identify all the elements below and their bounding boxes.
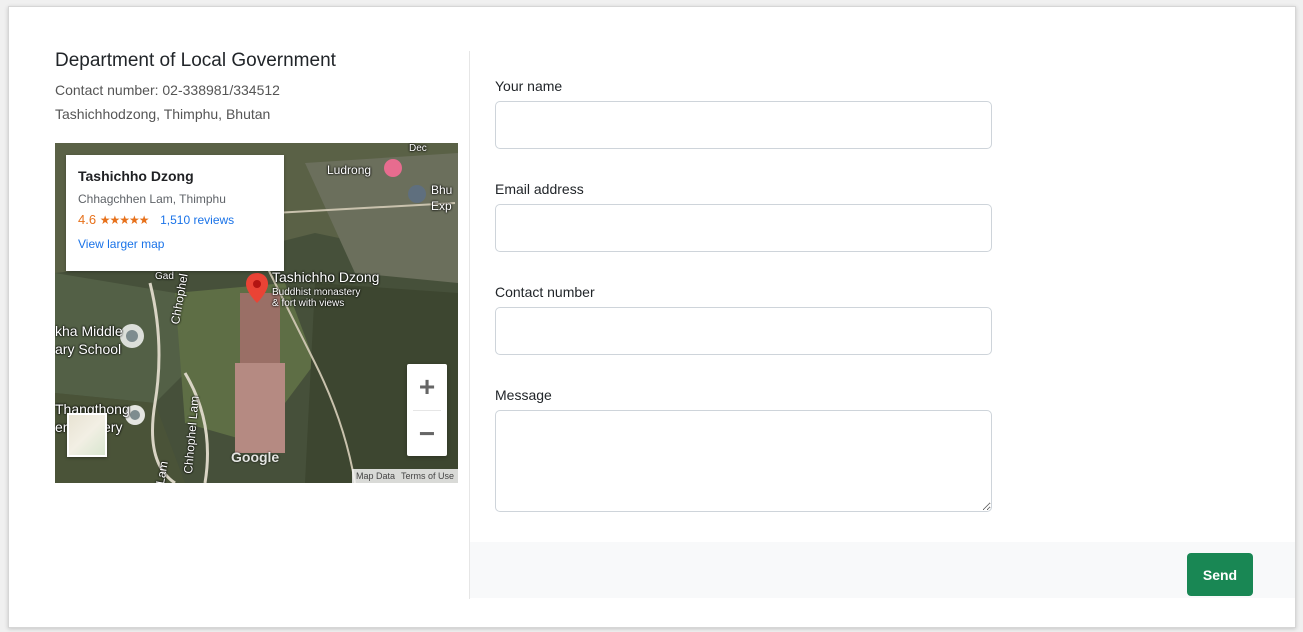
- location-pin-icon[interactable]: [246, 273, 268, 303]
- map-label-school1: kha Middle: [55, 323, 123, 339]
- reviews-link[interactable]: 1,510 reviews: [160, 213, 234, 227]
- view-larger-map-link[interactable]: View larger map: [78, 237, 272, 251]
- department-title: Department of Local Government: [55, 50, 336, 71]
- send-button[interactable]: Send: [1187, 553, 1253, 596]
- place-address: Chhagchhen Lam, Thimphu: [78, 192, 226, 206]
- embedded-map[interactable]: Ludrong Bhu Exp Dec Gad Tashichho Dzong …: [55, 143, 458, 483]
- map-label-dzong-desc1: Buddhist monastery: [272, 287, 361, 298]
- google-logo: Google: [231, 449, 280, 465]
- contact-number-input[interactable]: [495, 307, 992, 355]
- place-rating-row: 4.6 ★★★★★ 1,510 reviews: [78, 212, 272, 227]
- map-data-link[interactable]: Map Data: [356, 471, 395, 481]
- map-footer: Map Data Terms of Use: [351, 469, 458, 483]
- name-input[interactable]: [495, 101, 992, 149]
- contact-number: Contact number: 02-338981/334512: [55, 82, 280, 98]
- map-label-gad: Gad: [155, 271, 174, 282]
- place-name: Tashichho Dzong: [78, 168, 194, 184]
- address: Tashichhodzong, Thimphu, Bhutan: [55, 106, 271, 122]
- zoom-out-button[interactable]: −: [407, 411, 447, 457]
- map-label-ludrong: Ludrong: [327, 163, 372, 177]
- map-label-dzong-desc2: & fort with views: [272, 298, 345, 309]
- map-label-dzong: Tashichho Dzong: [272, 269, 380, 285]
- place-info-card: Tashichho Dzong Chhagchhen Lam, Thimphu …: [66, 155, 284, 271]
- map-layer-toggle[interactable]: [67, 413, 107, 457]
- map-label-school2: ary School: [55, 341, 122, 357]
- contact-card: Department of Local Government Contact n…: [8, 6, 1296, 628]
- form-footer: [470, 542, 1295, 598]
- terms-of-use-link[interactable]: Terms of Use: [401, 471, 454, 481]
- message-label: Message: [495, 387, 552, 403]
- map-label-bhu: Bhu: [431, 183, 453, 197]
- message-textarea[interactable]: [495, 410, 992, 512]
- zoom-controls: + −: [407, 364, 447, 456]
- star-rating-icon: ★★★★★: [99, 213, 150, 227]
- email-input[interactable]: [495, 204, 992, 252]
- contact-info-column: Department of Local Government Contact n…: [9, 7, 469, 627]
- rating-value: 4.6: [78, 212, 97, 227]
- column-divider: [469, 51, 470, 599]
- email-label: Email address: [495, 181, 584, 197]
- map-label-dec: Dec: [409, 143, 427, 154]
- zoom-in-button[interactable]: +: [407, 364, 447, 410]
- map-label-exp: Exp: [431, 199, 452, 213]
- map-label-thangthong-2: er: [55, 419, 68, 435]
- contact-number-label: Contact number: [495, 284, 595, 300]
- name-label: Your name: [495, 78, 563, 94]
